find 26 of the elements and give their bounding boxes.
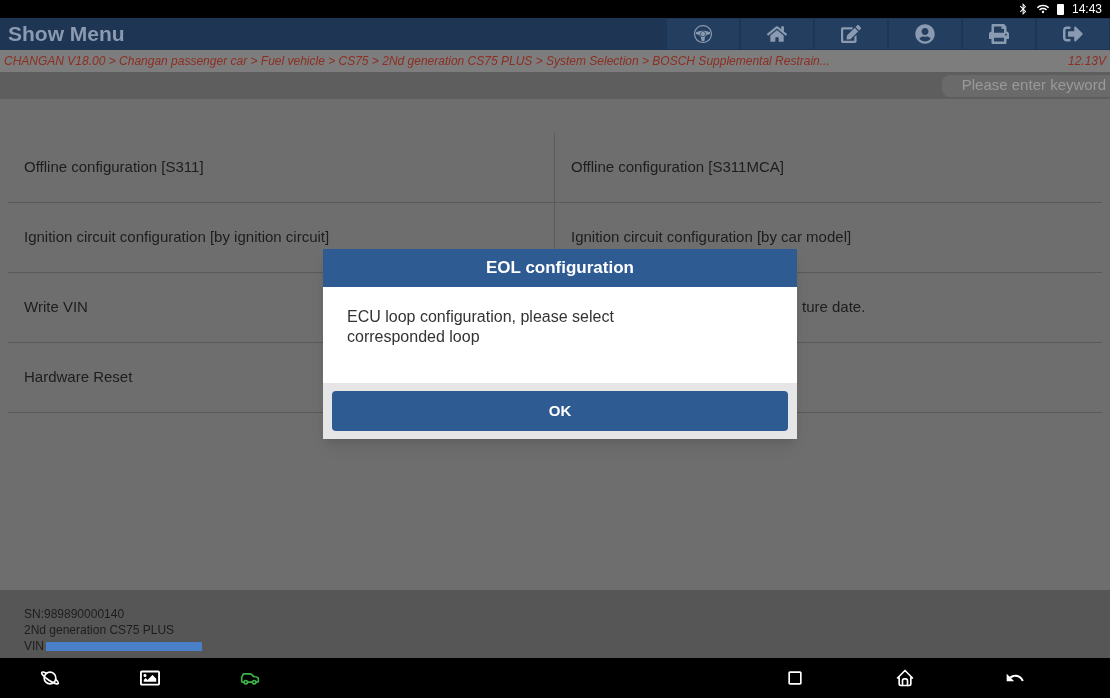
exit-icon [1063, 24, 1083, 44]
toolbar-button[interactable] [1037, 19, 1109, 49]
home-icon[interactable] [895, 668, 915, 688]
image-icon[interactable] [140, 668, 160, 688]
toolbar-button[interactable] [889, 19, 961, 49]
planet-icon[interactable] [40, 668, 60, 688]
toolbar-button[interactable] [741, 19, 813, 49]
steering-wheel-icon [693, 24, 713, 44]
voltage-reading: 12.13V [1067, 53, 1106, 70]
page-title: Show Menu [7, 21, 126, 48]
print-icon [989, 24, 1009, 44]
serial-number: SN:989890000140 [24, 606, 126, 622]
battery-icon [1056, 3, 1064, 15]
toolbar-button[interactable] [667, 19, 739, 49]
toolbar-button[interactable] [815, 19, 887, 49]
vehicle-model: 2Nd generation CS75 PLUS [24, 622, 176, 638]
recent-apps-icon[interactable] [785, 668, 805, 688]
ok-button[interactable]: OK [332, 391, 788, 431]
person-icon [915, 24, 935, 44]
home-icon [767, 24, 787, 44]
status-time: 14:43 [1071, 1, 1102, 18]
wifi-icon [1036, 3, 1049, 15]
toolbar-button[interactable] [963, 19, 1035, 49]
dialog-title: EOL configuration [323, 249, 797, 287]
edit-icon [841, 24, 861, 44]
breadcrumb-path: CHANGAN V18.00 > Changan passenger car > Fuel vehicle > CS75 > 2Nd generation CS75 PLUS > System Selection > BOSCH Supplemental Restrain... [4, 53, 830, 70]
